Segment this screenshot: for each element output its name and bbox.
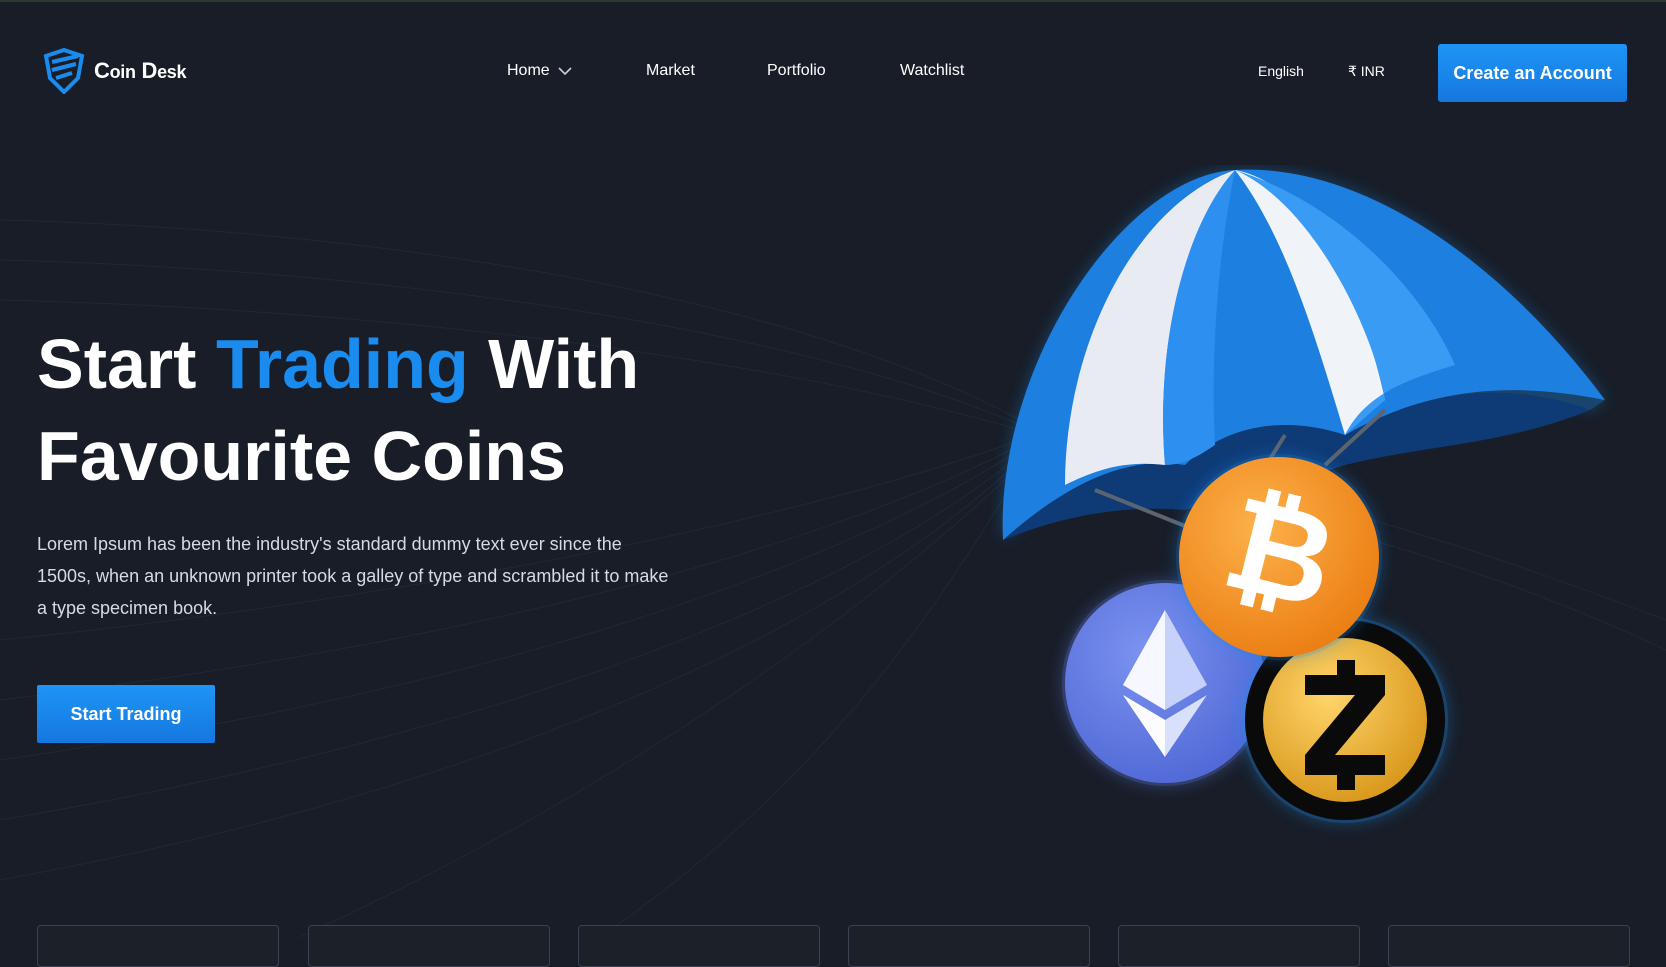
- shield-logo-icon: [43, 48, 85, 94]
- nav-item-label: Home: [507, 62, 550, 79]
- hero-description: Lorem Ipsum has been the industry's stan…: [37, 534, 669, 618]
- nav-item-home[interactable]: Home: [507, 62, 572, 80]
- brand-name: Coin Desk: [94, 58, 187, 83]
- market-card[interactable]: [1388, 925, 1630, 967]
- market-card[interactable]: [578, 925, 820, 967]
- start-trading-button[interactable]: Start Trading: [37, 685, 215, 743]
- market-card[interactable]: [37, 925, 279, 967]
- bitcoin-icon: ₿: [1176, 454, 1382, 660]
- nav-item-label: Watchlist: [900, 62, 965, 79]
- nav-item-label: Portfolio: [767, 62, 826, 79]
- market-card[interactable]: [848, 925, 1090, 967]
- market-card[interactable]: [1118, 925, 1360, 967]
- crypto-parachute-illustration: ₿: [1002, 169, 1605, 823]
- nav-item-market[interactable]: Market: [646, 62, 695, 80]
- nav-item-label: Market: [646, 62, 695, 79]
- brand-logo[interactable]: Coin Desk: [42, 48, 187, 94]
- hero-title: Start Trading With Favourite Coins: [37, 325, 640, 495]
- market-card[interactable]: [308, 925, 550, 967]
- currency-selector[interactable]: ₹ INR: [1348, 63, 1385, 80]
- nav-item-watchlist[interactable]: Watchlist: [900, 62, 964, 80]
- hero-title-accent: Trading: [215, 325, 469, 403]
- chevron-down-icon: [558, 66, 572, 75]
- create-account-button[interactable]: Create an Account: [1438, 44, 1627, 102]
- nav-item-portfolio[interactable]: Portfolio: [767, 62, 826, 80]
- language-selector[interactable]: English: [1258, 63, 1304, 79]
